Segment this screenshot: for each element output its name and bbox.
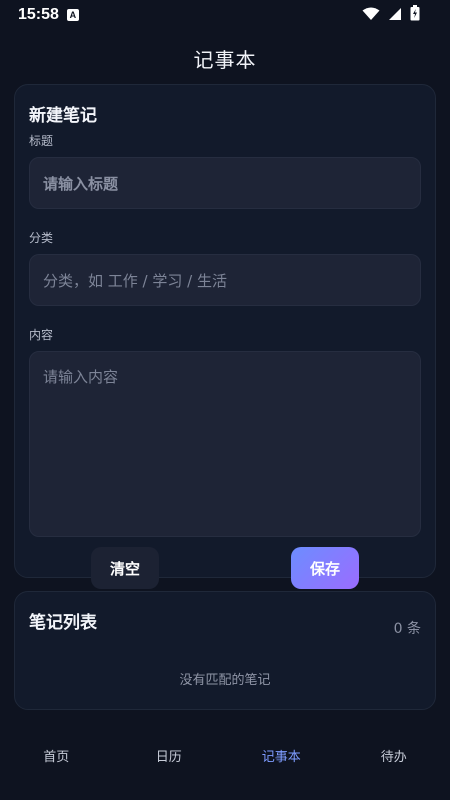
nav-item-home[interactable]: 首页 <box>0 746 113 765</box>
new-note-card: 新建笔记 标题 请输入标题 分类 分类，如 工作 / 学习 / 生活 内容 请输… <box>14 84 436 589</box>
content-field-label: 内容 <box>29 328 54 342</box>
nav-item-calendar[interactable]: 日历 <box>113 746 226 765</box>
title-input[interactable]: 请输入标题 <box>29 157 421 209</box>
note-list-title: 笔记列表 <box>29 613 97 633</box>
wifi-icon <box>362 6 380 25</box>
status-bar: 15:58 A <box>0 0 450 30</box>
nav-item-notebook[interactable]: 记事本 <box>225 746 338 765</box>
category-input[interactable]: 分类，如 工作 / 学习 / 生活 <box>29 254 421 306</box>
note-count: 0 条 <box>393 621 421 637</box>
title-field-label: 标题 <box>29 134 54 148</box>
cell-signal-icon <box>388 6 402 25</box>
clear-button[interactable]: 清空 <box>91 547 159 589</box>
page-title: 记事本 <box>193 47 257 72</box>
status-time: 15:58 <box>18 6 59 23</box>
empty-state-text: 没有匹配的笔记 <box>179 673 271 688</box>
bottom-nav: 首页 日历 记事本 待办 <box>0 742 450 800</box>
save-button[interactable]: 保存 <box>291 547 359 589</box>
note-list-card: 笔记列表 0 条 没有匹配的笔记 <box>14 591 436 710</box>
category-field-label: 分类 <box>29 231 54 245</box>
new-note-title: 新建笔记 <box>29 106 97 126</box>
notification-a-icon: A <box>66 9 79 21</box>
content-textarea[interactable]: 请输入内容 <box>29 351 421 537</box>
battery-icon <box>410 5 420 25</box>
app-header: 记事本 <box>0 30 450 86</box>
nav-item-todo[interactable]: 待办 <box>338 746 450 765</box>
